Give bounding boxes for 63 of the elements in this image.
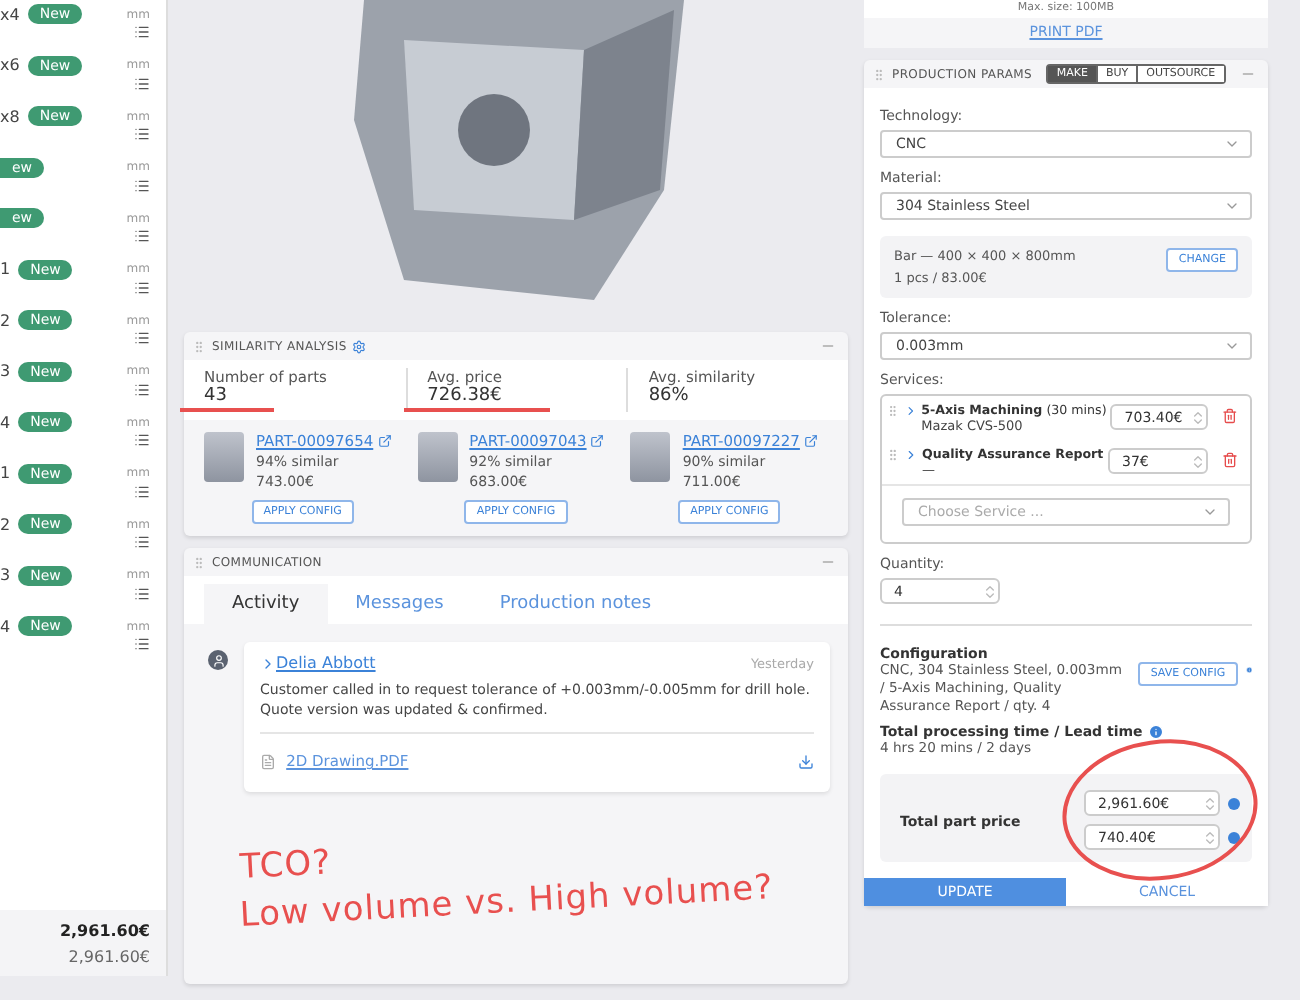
stat-value: 726.38€ [403,386,550,412]
stat-value: 43 [180,386,275,412]
handwritten-note: TCO? [238,841,335,892]
part-name: x4 [0,5,20,23]
delete-icon[interactable] [1222,452,1238,468]
part-name: 4 [0,413,11,431]
list-icon[interactable] [134,432,150,448]
drag-handle-icon[interactable] [886,448,900,462]
part-name: 1 [0,464,11,482]
part-name: 3 [0,566,11,584]
tab[interactable]: Production notes [471,584,680,624]
part-name: 1 [0,260,11,278]
expand-icon[interactable] [904,448,918,462]
part-name: 4 [0,617,11,635]
expand-icon[interactable] [903,404,918,418]
stepper-icon[interactable] [982,583,998,599]
stepper-icon[interactable] [1202,829,1218,845]
part-name: x8 [0,107,20,125]
list-icon[interactable] [134,126,150,142]
info-dot [1228,831,1240,843]
caret-icon [1202,504,1218,520]
external-link-icon[interactable] [590,434,605,448]
list-icon[interactable] [134,24,150,40]
list-icon[interactable] [134,585,150,601]
chevron-icon [260,655,276,671]
list-icon[interactable] [134,279,150,295]
info-dot [1228,797,1240,809]
stepper-icon[interactable] [1202,795,1218,811]
delete-icon[interactable] [1222,408,1238,424]
external-link-icon[interactable] [803,434,818,448]
info-icon[interactable] [1245,662,1252,678]
list-icon[interactable] [134,330,150,346]
stepper-icon[interactable] [1190,453,1206,469]
list-icon[interactable] [134,381,150,397]
info-icon[interactable] [1148,724,1165,740]
caret-icon [1224,198,1240,214]
file-icon [260,753,276,769]
total-price: 2,961.60€ [68,947,150,965]
part-name: x6 [0,56,20,74]
external-link-icon[interactable] [377,434,392,448]
stepper-icon[interactable] [1190,409,1207,425]
list-icon[interactable] [134,483,150,499]
part-name: 2 [0,515,11,533]
list-icon[interactable] [134,228,150,244]
part-name: 3 [0,362,11,380]
total-price: 2,961.60€ [59,921,150,939]
stat-value: 86% [646,386,691,410]
part-thumbnail [204,432,244,482]
list-icon[interactable] [134,534,150,550]
download-icon[interactable] [798,753,814,769]
part-thumbnail [417,432,458,482]
tab[interactable]: Activity [204,584,328,624]
caret-icon [1224,338,1240,354]
author-link[interactable]: Delia Abbott [260,654,376,672]
list-icon[interactable] [134,177,150,193]
list-icon[interactable] [134,75,150,91]
part-name: 2 [0,311,11,329]
list-icon[interactable] [134,636,150,652]
part-thumbnail [630,432,671,482]
settings-icon[interactable] [352,339,367,353]
tab[interactable]: Messages [327,584,472,624]
avatar-icon [208,650,228,670]
caret-icon [1224,136,1240,152]
